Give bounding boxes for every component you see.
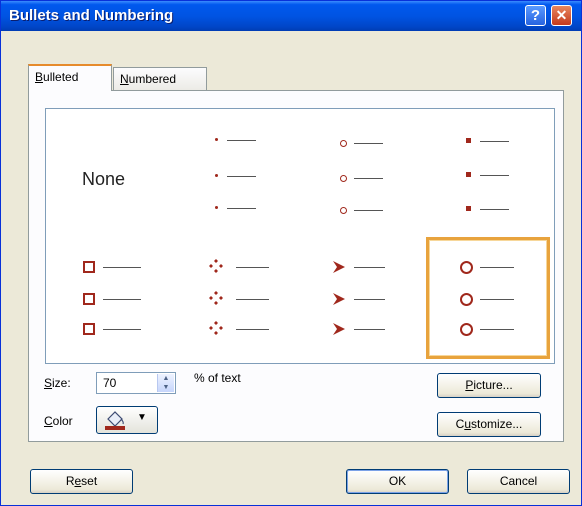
square-bullet-icon (466, 206, 471, 211)
four-diamonds-bullet-icon (209, 259, 223, 273)
text-line (480, 299, 514, 300)
spin-down-icon[interactable]: ▼ (158, 383, 174, 392)
size-access-key: S (44, 376, 53, 390)
four-diamonds-bullet-icon (209, 291, 223, 305)
color-label: Color (44, 414, 73, 428)
bullet-option-arrowhead[interactable] (299, 237, 423, 359)
text-line (236, 299, 269, 300)
paint-bucket-icon (105, 411, 125, 430)
bullet-gallery: None (45, 108, 555, 364)
text-line (354, 210, 383, 211)
text-line (103, 329, 141, 330)
picture-button-label: icture... (473, 378, 513, 392)
size-label-text: ize: (52, 376, 71, 390)
dialog-title: Bullets and Numbering (9, 7, 174, 24)
small-dot-bullet-icon (215, 206, 218, 209)
text-line (236, 267, 269, 268)
square-bullet-icon (466, 138, 471, 143)
dropdown-arrow-icon: ▼ (137, 412, 147, 423)
text-line (480, 209, 509, 210)
large-hollow-circle-bullet-icon (460, 293, 473, 306)
color-access-key: C (44, 414, 53, 428)
hollow-circle-bullet-icon (340, 140, 347, 147)
text-line (227, 140, 256, 141)
color-picker-button[interactable]: ▼ (96, 406, 158, 434)
picture-button[interactable]: Picture... (437, 373, 541, 398)
text-line (354, 178, 383, 179)
customize-button[interactable]: Customize... (437, 412, 541, 437)
four-diamonds-bullet-icon (209, 321, 223, 335)
small-dot-bullet-icon (215, 138, 218, 141)
customize-button-pre: C (455, 417, 465, 431)
bullets-numbering-dialog: Bullets and Numbering ? ✕ Bulleted Numbe… (0, 0, 582, 506)
text-line (354, 299, 385, 300)
bullet-option-large-hollow-circle[interactable] (426, 237, 550, 359)
tab-numbered-access-key: N (120, 72, 129, 86)
color-label-text: olor (52, 414, 73, 428)
text-line (480, 141, 509, 142)
text-line (236, 329, 269, 330)
text-line (227, 208, 256, 209)
bullet-option-none[interactable]: None (47, 110, 171, 232)
tab-bulleted-access-key: B (35, 70, 44, 84)
size-label: Size: (44, 376, 71, 390)
arrowhead-bullet-icon (333, 261, 345, 273)
hollow-circle-bullet-icon (340, 175, 347, 182)
close-button[interactable]: ✕ (551, 5, 572, 26)
large-hollow-circle-bullet-icon (460, 323, 473, 336)
size-input[interactable]: 70 (103, 376, 116, 390)
help-button[interactable]: ? (525, 5, 546, 26)
arrowhead-bullet-icon (333, 323, 345, 335)
hollow-circle-bullet-icon (340, 207, 347, 214)
tab-numbered-label: umbered (128, 72, 177, 86)
tab-numbered[interactable]: Numbered (113, 67, 207, 90)
customize-button-label: stomize... (471, 417, 523, 431)
size-spin-buttons: ▲ ▼ (157, 374, 174, 392)
size-spinner[interactable]: 70 ▲ ▼ (96, 372, 176, 394)
large-hollow-circle-bullet-icon (460, 261, 473, 274)
cancel-button[interactable]: Cancel (467, 469, 570, 494)
bullet-option-hollow-square[interactable] (47, 237, 171, 359)
ok-button[interactable]: OK (346, 469, 449, 494)
text-line (480, 175, 509, 176)
text-line (103, 299, 141, 300)
text-line (480, 267, 514, 268)
customize-access-key: u (464, 417, 471, 431)
tab-bulleted[interactable]: Bulleted (28, 64, 112, 91)
text-line (354, 267, 385, 268)
help-icon: ? (530, 7, 541, 24)
bullet-option-small-dot[interactable] (173, 110, 297, 232)
text-line (480, 329, 514, 330)
reset-button-label: set (81, 474, 98, 488)
bullet-option-square[interactable] (425, 110, 549, 232)
square-bullet-icon (466, 172, 471, 177)
small-dot-bullet-icon (215, 174, 218, 177)
tab-bulleted-label: ulleted (43, 70, 79, 84)
text-line (354, 329, 385, 330)
arrowhead-bullet-icon (333, 293, 345, 305)
text-line (354, 143, 383, 144)
hollow-square-bullet-icon (83, 293, 95, 305)
spin-up-icon[interactable]: ▲ (158, 374, 174, 383)
none-label: None (82, 169, 126, 189)
hollow-square-bullet-icon (83, 261, 95, 273)
title-bar: Bullets and Numbering ? ✕ (1, 1, 581, 31)
bullet-option-hollow-circle[interactable] (299, 110, 423, 232)
reset-button[interactable]: Reset (30, 469, 133, 494)
text-line (103, 267, 141, 268)
close-icon: ✕ (555, 7, 568, 23)
text-line (227, 176, 256, 177)
size-unit-label: % of text (194, 371, 241, 385)
hollow-square-bullet-icon (83, 323, 95, 335)
bullet-option-four-diamonds[interactable] (173, 237, 297, 359)
